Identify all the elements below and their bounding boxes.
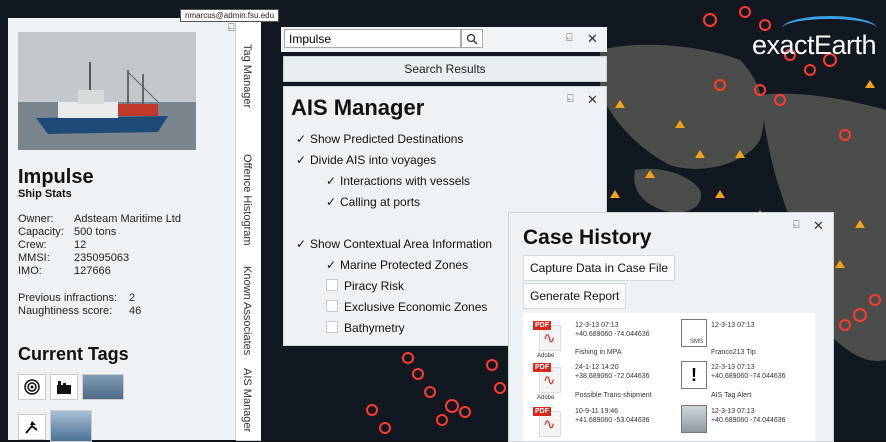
option-predicted-destinations[interactable]: ✓ Show Predicted Destinations [296, 132, 463, 146]
stat-naughtiness-label: Naughtiness score: [18, 305, 113, 317]
tab-ais-manager[interactable]: AIS Manager [236, 360, 261, 441]
alert-icon: ! [681, 361, 707, 389]
option-eez[interactable]: Exclusive Economic Zones [326, 300, 487, 314]
search-results-button[interactable]: Search Results [283, 56, 607, 82]
checkbox-unchecked [326, 321, 338, 333]
case-item-title[interactable]: Franco213 Tip [711, 348, 756, 357]
stat-crew-label: Crew: [18, 239, 47, 251]
case-item-title[interactable]: Fishing in MPA [575, 348, 622, 357]
tab-known-associates[interactable]: Known Associates [236, 258, 261, 361]
ship-panel: Impulse Ship Stats Owner: Adsteam Mariti… [8, 18, 258, 442]
search-icon [466, 33, 478, 44]
generate-report-button[interactable]: Generate Report [523, 283, 627, 309]
case-file-list[interactable]: ∿ PDF Adobe 12-3-13 07:13 +40.689060 -74.… [523, 313, 815, 441]
search-bar: ⍇ ✕ [281, 27, 607, 52]
ais-manager-title: AIS Manager [291, 95, 425, 120]
photo-thumbnail [681, 405, 707, 433]
ais-pin-icon[interactable]: ⍇ [567, 93, 574, 106]
harbor-photo-tag[interactable] [82, 374, 124, 400]
check-icon: ✓ [326, 174, 337, 188]
vertical-tab-bar: Tag Manager Offence Histogram Known Asso… [235, 18, 261, 441]
ship-photo [18, 32, 196, 150]
check-icon: ✓ [326, 258, 337, 272]
option-bathymetry[interactable]: Bathymetry [326, 321, 405, 335]
case-close-icon[interactable]: ✕ [813, 218, 824, 234]
radar-tag-icon[interactable] [18, 374, 46, 400]
case-pin-icon[interactable]: ⍇ [793, 219, 800, 232]
option-interactions-vessels[interactable]: ✓ Interactions with vessels [326, 174, 470, 188]
stat-crew-value: 12 [74, 239, 87, 251]
stat-imo-label: IMO: [18, 265, 42, 277]
stat-owner-label: Owner: [18, 213, 54, 225]
tab-offence-histogram[interactable]: Offence Histogram [236, 146, 261, 259]
capture-data-button[interactable]: Capture Data in Case File [523, 255, 676, 281]
user-email-tooltip: nmarcus@admin.fsu.edu [180, 9, 280, 22]
factory-tag-icon[interactable] [50, 374, 78, 400]
pdf-icon: ∿ PDF [533, 407, 561, 437]
search-pin-icon[interactable]: ⍇ [566, 32, 573, 45]
stat-imo-value: 127666 [74, 265, 111, 277]
stat-owner-value: Adsteam Maritime Ltd [74, 213, 181, 225]
pdf-icon: ∿ PDF [533, 363, 561, 393]
option-calling-ports[interactable]: ✓ Calling at ports [326, 195, 420, 209]
sms-icon: SMS [681, 319, 707, 347]
case-item-title[interactable]: AIS Tag Alert [711, 391, 751, 400]
current-tags-heading: Current Tags [18, 344, 129, 364]
ais-close-icon[interactable]: ✕ [587, 92, 598, 108]
route-tag-icon[interactable] [18, 414, 46, 440]
exactearth-logo: exactEarth [752, 16, 877, 61]
case-item-title[interactable]: Possible Trans-shipment [575, 391, 652, 400]
pdf-icon: ∿ PDF [533, 321, 561, 351]
stat-infractions-value: 2 [129, 292, 136, 304]
search-input[interactable] [284, 29, 461, 48]
coast-photo-tag[interactable] [50, 410, 92, 442]
tab-tag-manager[interactable]: Tag Manager [236, 36, 261, 147]
case-history-title: Case History [523, 226, 652, 249]
search-button[interactable] [461, 29, 483, 48]
checkbox-unchecked [326, 279, 338, 291]
check-icon: ✓ [296, 237, 307, 251]
logo-swoosh [782, 16, 877, 41]
check-icon: ✓ [296, 132, 307, 146]
stat-mmsi-label: MMSI: [18, 252, 50, 264]
ship-stats-heading: Ship Stats [18, 188, 72, 200]
check-icon: ✓ [296, 153, 307, 167]
search-close-icon[interactable]: ✕ [587, 31, 598, 47]
option-marine-protected[interactable]: ✓ Marine Protected Zones [326, 258, 468, 272]
case-history-panel: Case History ⍇ ✕ Capture Data in Case Fi… [508, 212, 834, 442]
check-icon: ✓ [326, 195, 337, 209]
stat-naughtiness-value: 46 [129, 305, 142, 317]
stat-capacity-label: Capacity: [18, 226, 64, 238]
ship-name: Impulse [18, 166, 94, 188]
checkbox-unchecked [326, 300, 338, 312]
stat-infractions-label: Previous infractions: [18, 292, 118, 304]
ship-panel-pin-icon[interactable]: ⍇ [228, 22, 235, 35]
option-divide-voyages[interactable]: ✓ Divide AIS into voyages [296, 153, 436, 167]
option-contextual-area[interactable]: ✓ Show Contextual Area Information [296, 237, 492, 251]
stat-mmsi-value: 235095063 [74, 252, 130, 264]
stat-capacity-value: 500 tons [74, 226, 117, 238]
option-piracy-risk[interactable]: Piracy Risk [326, 279, 404, 293]
